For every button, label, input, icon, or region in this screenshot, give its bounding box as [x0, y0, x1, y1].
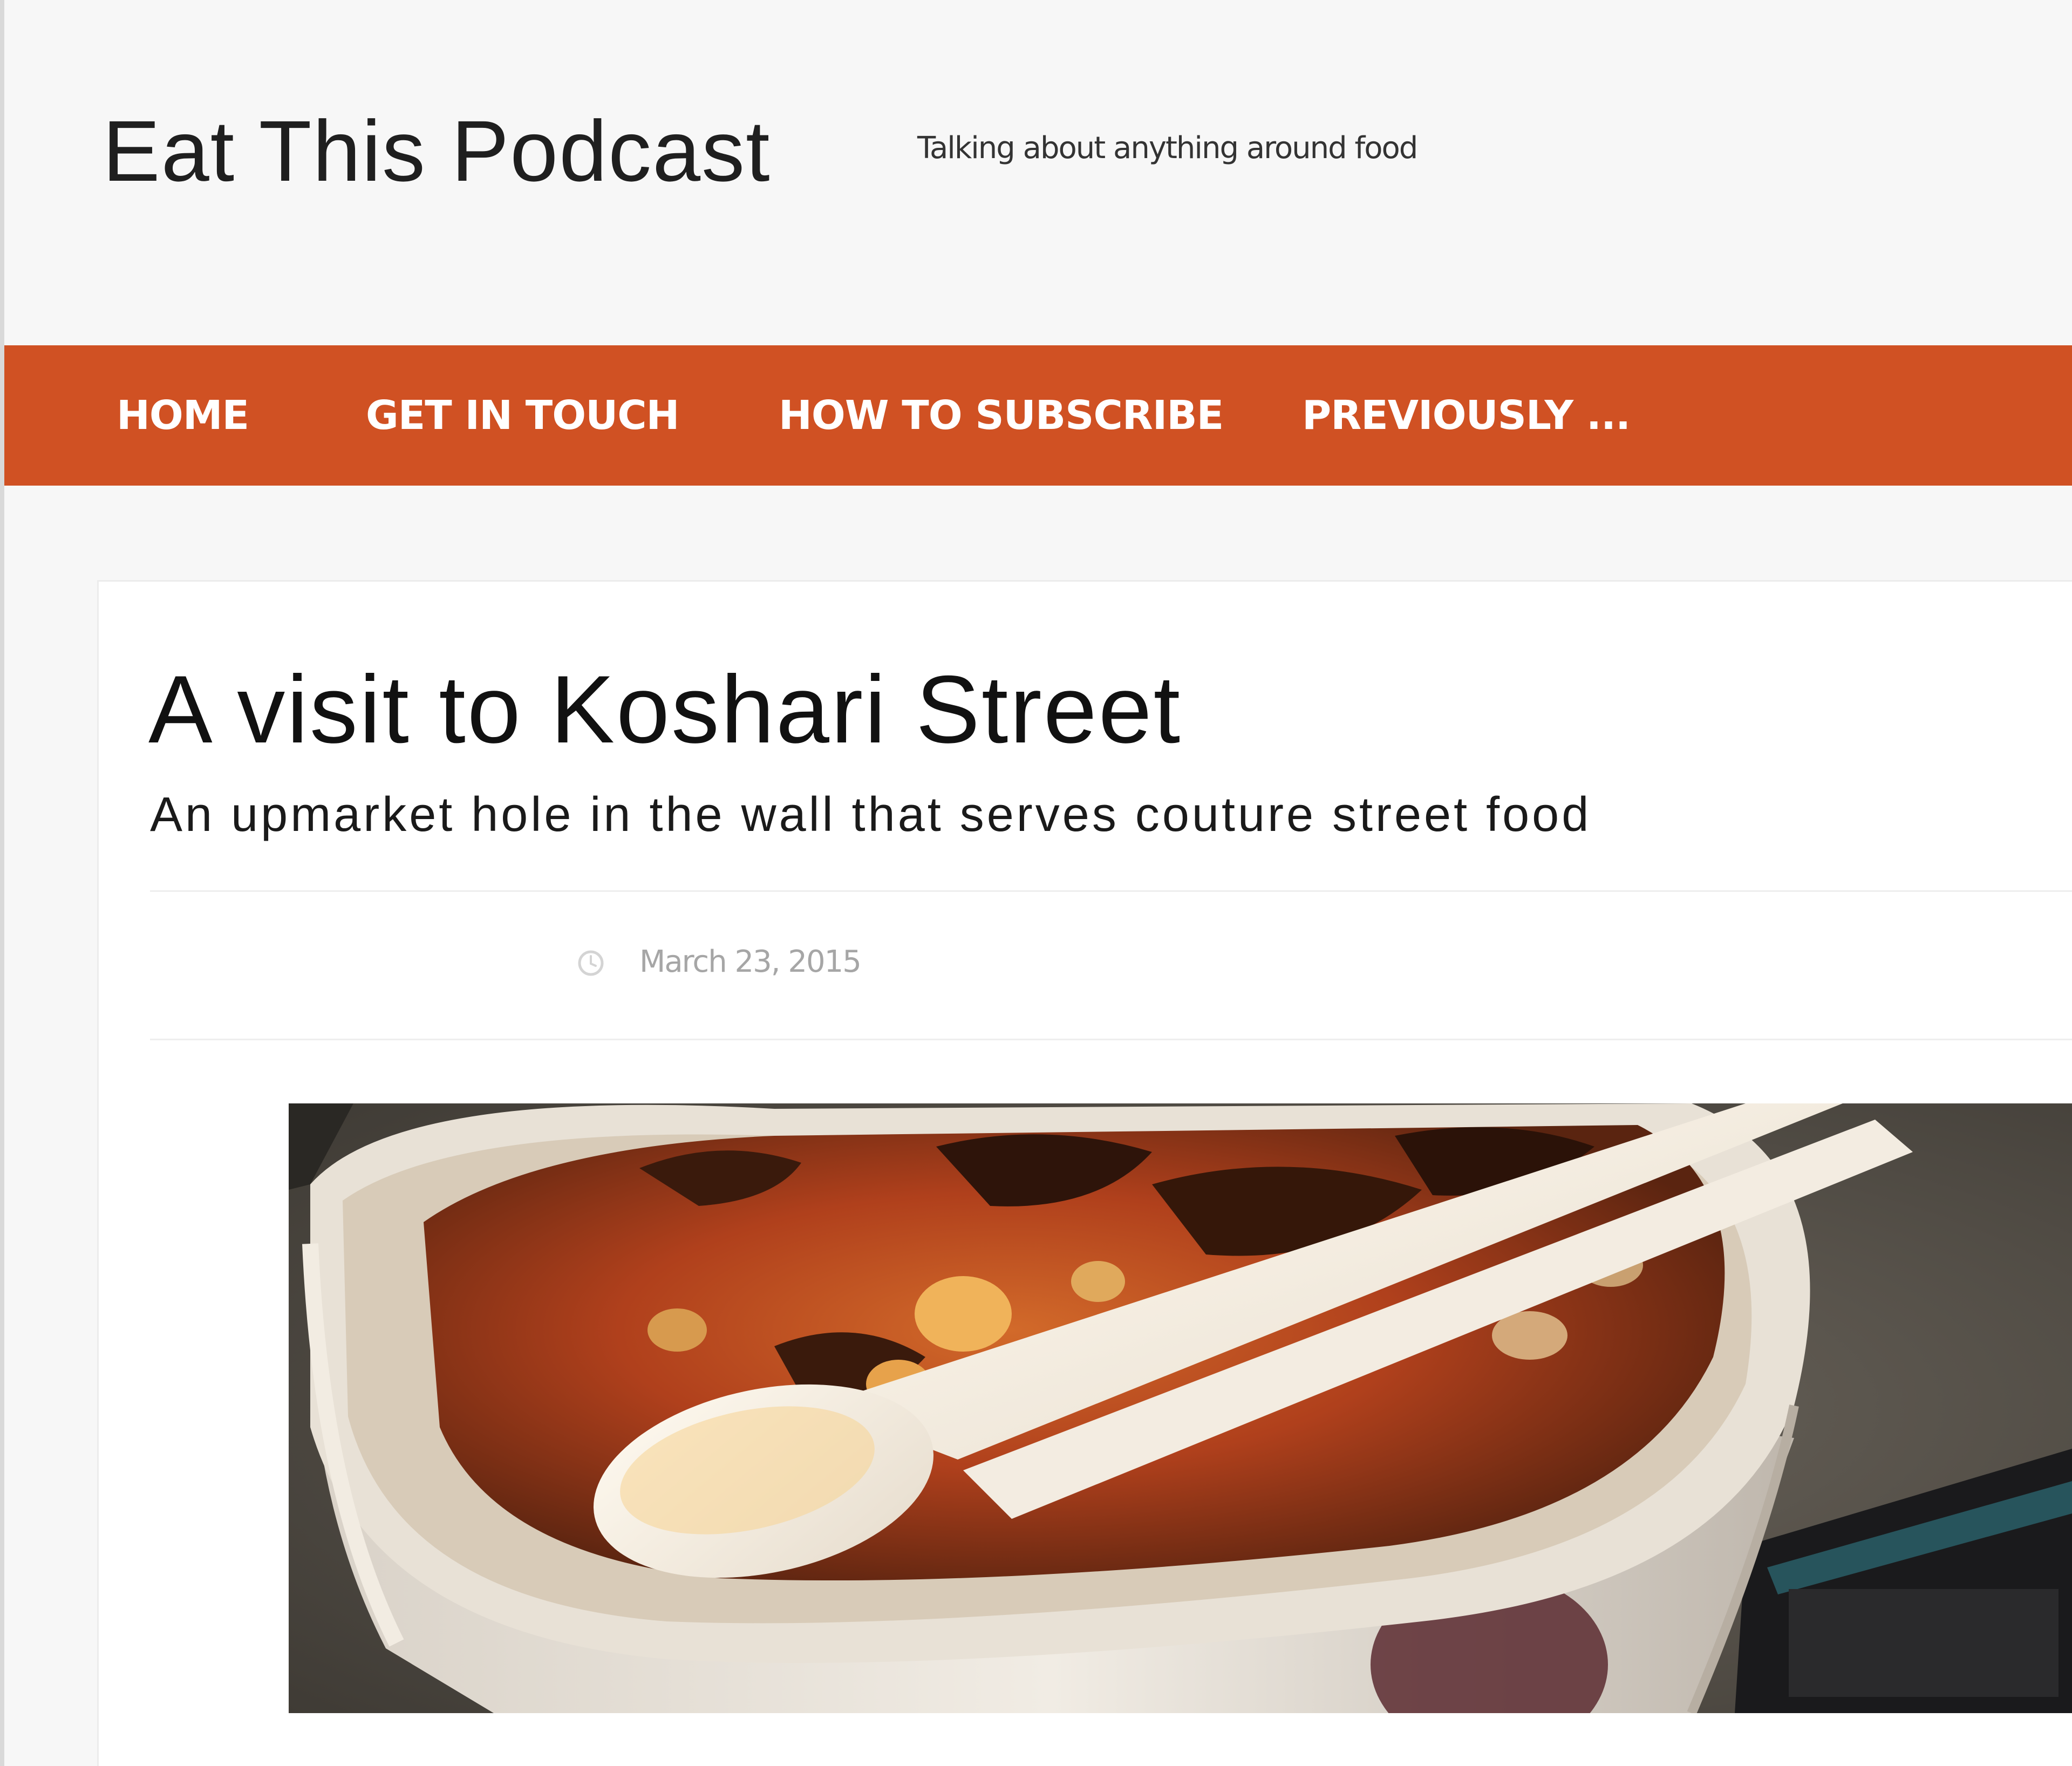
nav-item-previously[interactable]: PREVIOUSLY ...: [1302, 345, 1631, 486]
post-title[interactable]: A visit to Koshari Street: [148, 656, 1182, 763]
divider-bottom: [150, 1039, 2072, 1040]
featured-image-koshari[interactable]: [289, 1103, 2072, 1713]
koshari-photo: [289, 1103, 2072, 1713]
divider-top: [150, 890, 2072, 892]
nav-item-home[interactable]: HOME: [117, 345, 249, 486]
nav-item-how-to-subscribe[interactable]: HOW TO SUBSCRIBE: [779, 345, 1224, 486]
page: Eat This Podcast Talking about anything …: [0, 0, 2072, 1766]
site-tagline: Talking about anything around food: [917, 131, 1418, 166]
site-title[interactable]: Eat This Podcast: [103, 100, 771, 202]
clock-icon: [578, 950, 604, 976]
post-date: March 23, 2015: [639, 944, 862, 979]
post-subtitle: An upmarket hole in the wall that serves…: [150, 788, 1592, 842]
nav-item-get-in-touch[interactable]: GET IN TOUCH: [366, 345, 679, 486]
main-navigation: HOME GET IN TOUCH HOW TO SUBSCRIBE PREVI…: [4, 345, 2072, 486]
left-edge-divider: [0, 0, 4, 1766]
